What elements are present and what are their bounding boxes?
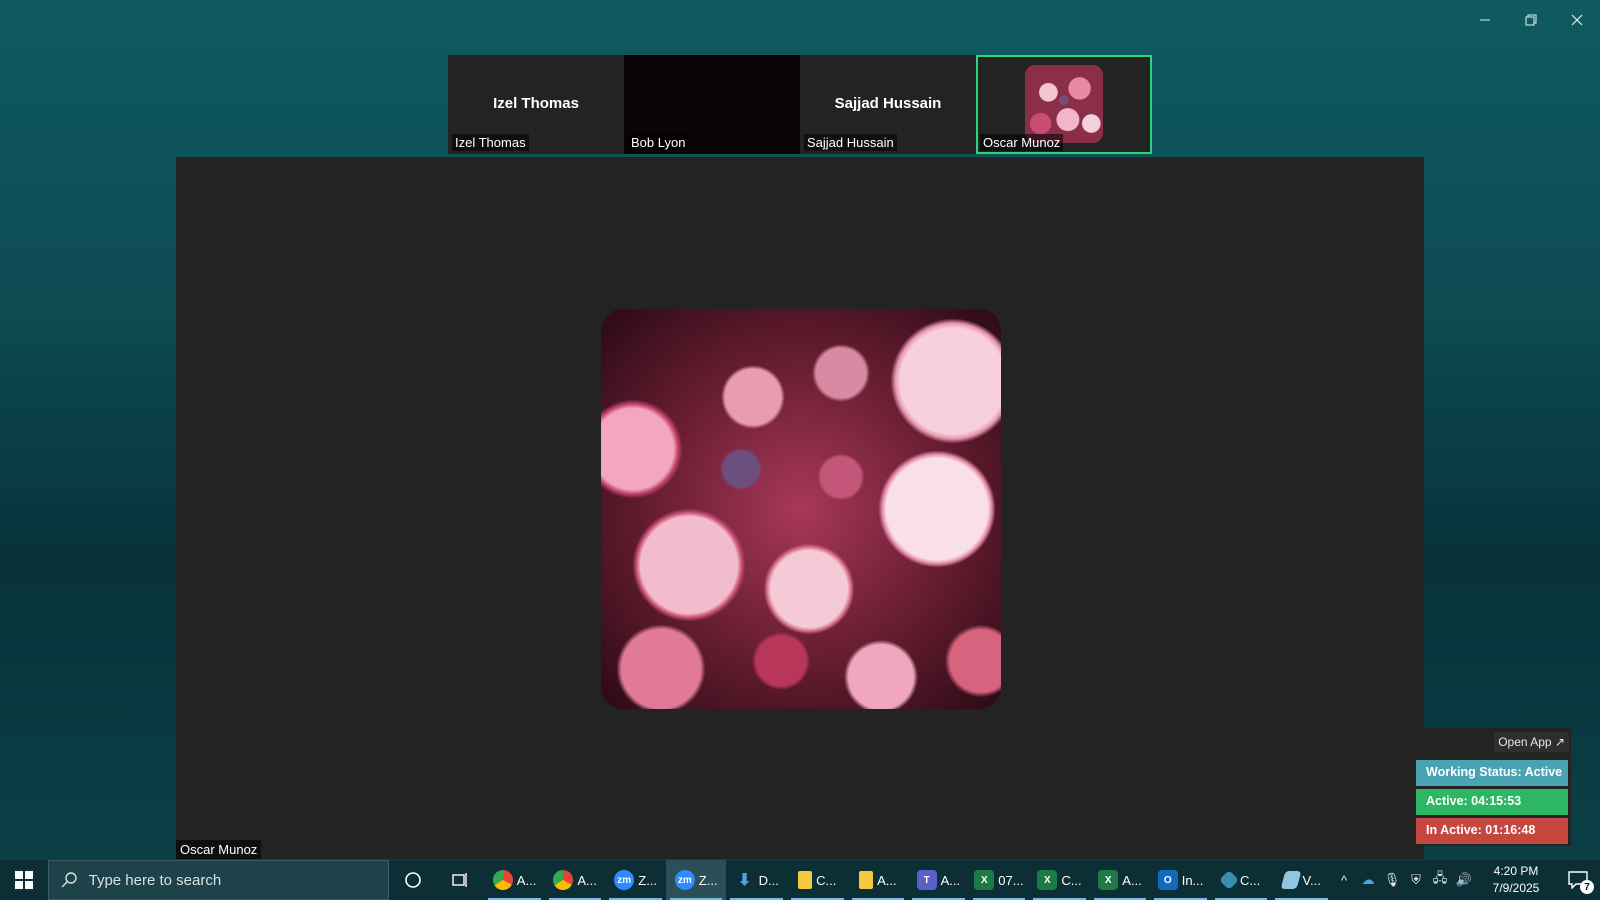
speaker-name-label: Oscar Munoz	[176, 840, 262, 859]
start-button[interactable]	[0, 860, 48, 900]
taskbar-app-label: C...	[1061, 872, 1082, 888]
app-icon	[1280, 871, 1301, 889]
teams-icon: T	[916, 870, 937, 890]
app-icon	[1219, 870, 1239, 890]
participant-label: Bob Lyon	[628, 134, 689, 151]
participant-avatar	[1025, 65, 1103, 143]
folder-icon	[798, 871, 813, 889]
taskbar-app-label: C...	[816, 872, 837, 888]
taskbar-app-outlook[interactable]: O In...	[1150, 860, 1211, 900]
taskbar-app-label: V...	[1302, 872, 1321, 888]
taskbar-app-label: A...	[577, 872, 597, 888]
excel-icon: X	[974, 870, 995, 890]
close-icon	[1571, 14, 1583, 26]
close-button[interactable]	[1554, 0, 1600, 40]
taskbar-app-folder[interactable]: C...	[787, 860, 848, 900]
folder-icon	[859, 871, 874, 889]
chevron-up-icon[interactable]: ^	[1332, 860, 1356, 900]
windows-icon	[14, 871, 33, 889]
security-icon[interactable]: ⛨	[1404, 860, 1428, 900]
taskbar-app-excel[interactable]: X C...	[1029, 860, 1090, 900]
participant-label: Sajjad Hussain	[804, 134, 897, 151]
restore-icon	[1525, 14, 1537, 26]
taskbar-app-label: A...	[877, 872, 897, 888]
active-timer: Active: 04:15:53	[1416, 789, 1568, 815]
taskbar-app-generic[interactable]: V...	[1271, 860, 1332, 900]
taskbar-app-label: A...	[940, 872, 961, 888]
taskbar-app-label: 07...	[998, 872, 1024, 888]
participant-tile-active-speaker[interactable]: Oscar Munoz	[976, 55, 1152, 154]
taskbar-app-excel[interactable]: X 07...	[969, 860, 1030, 900]
cortana-icon	[405, 872, 421, 888]
participant-name-center: Sajjad Hussain	[834, 95, 942, 112]
minimize-button[interactable]	[1462, 0, 1508, 40]
zoom-icon: zm	[674, 870, 695, 890]
excel-icon: X	[1098, 870, 1119, 890]
outlook-icon: O	[1157, 870, 1178, 890]
volume-icon[interactable]: 🔊	[1452, 860, 1476, 900]
taskbar-app-label: A...	[1122, 872, 1142, 888]
speaker-avatar	[601, 309, 1001, 709]
taskbar-app-label: Z...	[638, 872, 658, 888]
taskbar-app-chrome[interactable]: A...	[545, 860, 606, 900]
clock-time: 4:20 PM	[1493, 864, 1539, 878]
minimize-icon	[1480, 19, 1490, 21]
participant-tile[interactable]: Izel Thomas Izel Thomas	[448, 55, 624, 154]
participant-name-center: Izel Thomas	[493, 95, 579, 112]
participant-label: Oscar Munoz	[980, 134, 1064, 151]
task-view-icon	[452, 873, 468, 887]
taskbar-clock[interactable]: 4:20 PM 7/9/2025	[1476, 863, 1556, 897]
taskbar-app-teams[interactable]: T A...	[908, 860, 969, 900]
search-placeholder: Type here to search	[88, 871, 222, 889]
download-icon: ⬇	[737, 872, 752, 889]
taskbar-app-label: A...	[516, 872, 537, 888]
system-tray: ^ ☁ 🎙 ⛨ 🖧 🔊 4:20 PM 7/9/2025 7	[1332, 860, 1600, 900]
taskbar-app-generic[interactable]: C...	[1211, 860, 1272, 900]
taskbar-app-zoom-active[interactable]: zm Z...	[665, 860, 727, 900]
working-status: Working Status: Active	[1416, 760, 1568, 786]
participant-label: Izel Thomas	[452, 134, 529, 151]
excel-icon: X	[1037, 870, 1058, 890]
clock-date: 7/9/2025	[1492, 881, 1540, 895]
participant-tile[interactable]: Bob Lyon	[624, 55, 800, 154]
onedrive-icon[interactable]: ☁	[1356, 860, 1380, 900]
window-controls	[1462, 0, 1600, 40]
notification-count: 7	[1580, 880, 1594, 894]
main-video-stage[interactable]: Oscar Munoz	[176, 157, 1424, 859]
chrome-icon	[553, 870, 574, 890]
notification-button[interactable]: 7	[1556, 860, 1600, 900]
inactive-timer: In Active: 01:16:48	[1416, 818, 1568, 844]
taskbar-search[interactable]: Type here to search	[47, 860, 390, 900]
search-icon	[61, 872, 77, 888]
open-app-button[interactable]: Open App ↗	[1494, 732, 1569, 752]
participant-strip: Izel Thomas Izel Thomas Bob Lyon Sajjad …	[448, 55, 1152, 154]
restore-button[interactable]	[1508, 0, 1554, 40]
taskbar-app-label: In...	[1181, 872, 1204, 888]
cortana-button[interactable]	[389, 860, 437, 900]
taskbar-app-downloads[interactable]: ⬇ D...	[726, 860, 787, 900]
taskbar-app-label: C...	[1240, 872, 1261, 888]
chrome-icon	[492, 870, 513, 890]
taskbar: Type here to search A... A... zm Z... zm…	[0, 860, 1600, 900]
taskbar-app-label: Z...	[698, 872, 718, 888]
taskbar-app-folder[interactable]: A...	[848, 860, 909, 900]
taskbar-app-chrome[interactable]: A...	[484, 860, 545, 900]
network-icon[interactable]: 🖧	[1428, 860, 1452, 900]
taskbar-app-excel[interactable]: X A...	[1090, 860, 1151, 900]
participant-tile[interactable]: Sajjad Hussain Sajjad Hussain	[800, 55, 976, 154]
microphone-icon[interactable]: 🎙	[1380, 860, 1404, 900]
zoom-icon: zm	[614, 870, 635, 890]
taskbar-app-label: D...	[758, 872, 779, 888]
status-widget: Open App ↗ Working Status: Active Active…	[1411, 728, 1571, 846]
task-view-button[interactable]	[437, 860, 485, 900]
taskbar-app-zoom[interactable]: zm Z...	[605, 860, 666, 900]
